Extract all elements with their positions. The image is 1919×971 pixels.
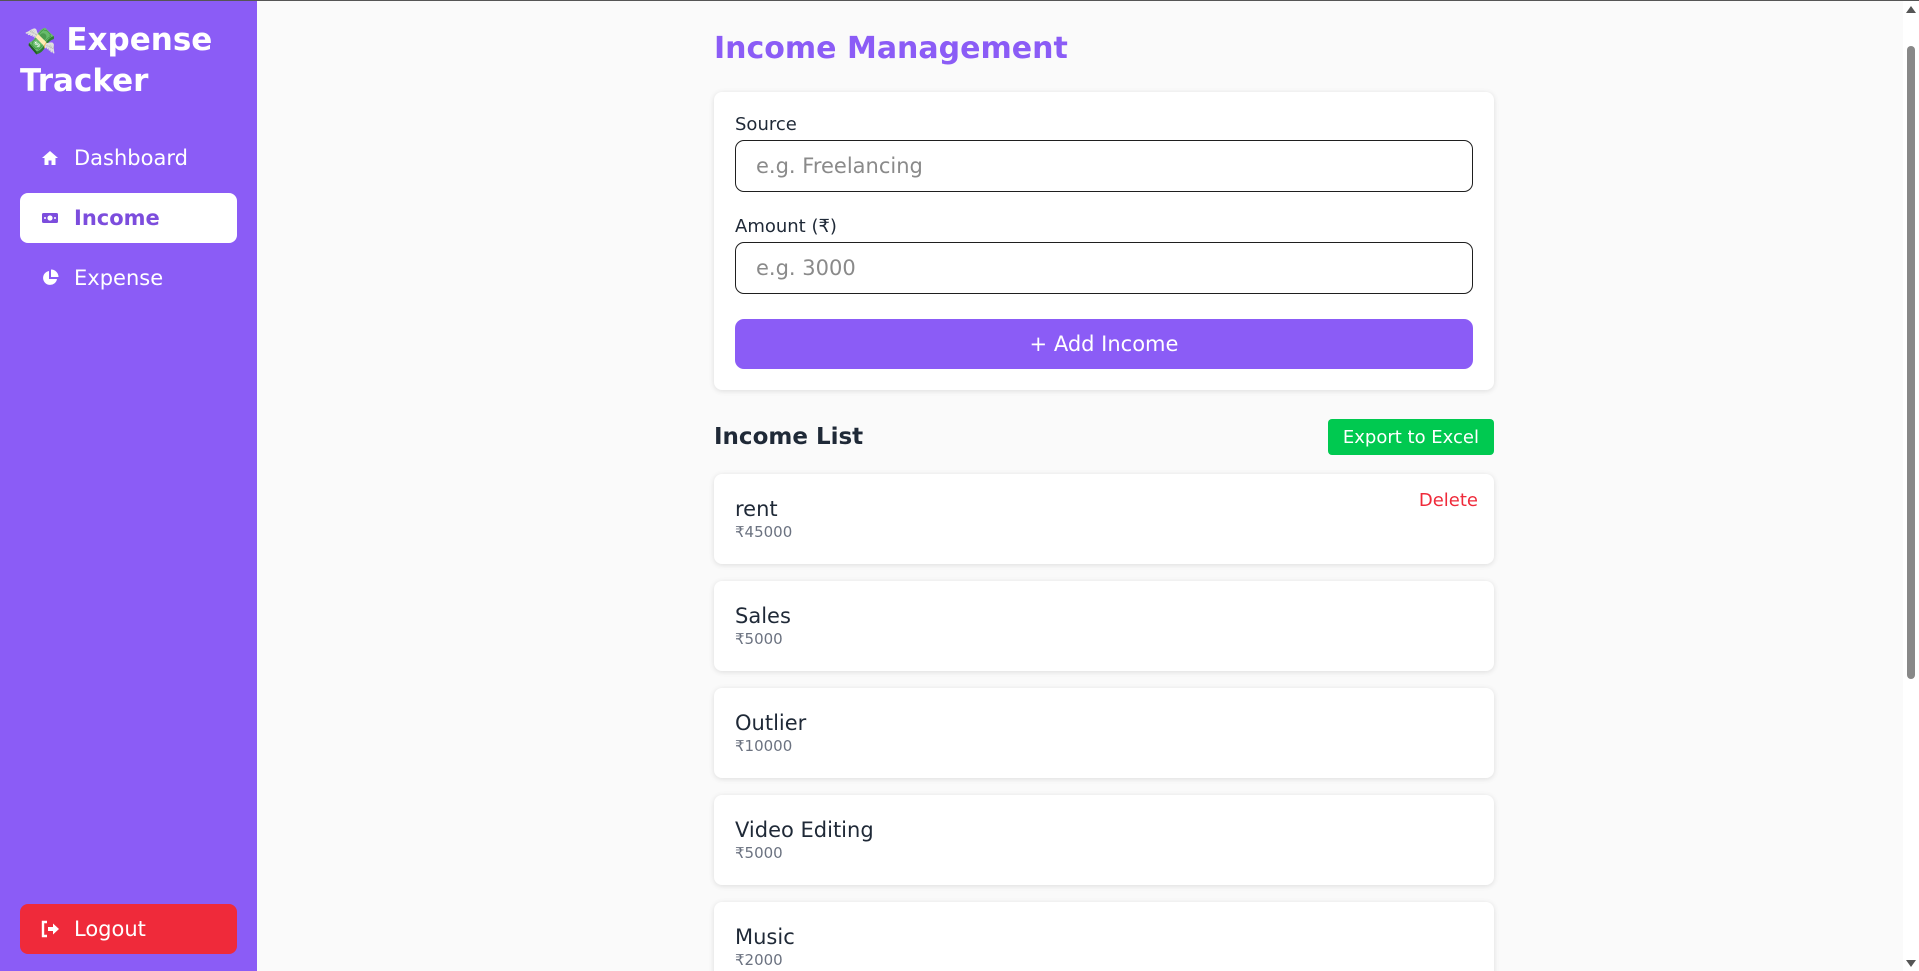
- add-income-button[interactable]: + Add Income: [735, 319, 1473, 369]
- income-list-title: Income List: [714, 424, 864, 450]
- export-to-excel-button[interactable]: Export to Excel: [1327, 419, 1494, 455]
- sign-out-icon: [40, 920, 60, 938]
- list-item: Video Editing ₹5000: [714, 795, 1494, 885]
- money-wings-icon: 💸: [24, 27, 57, 57]
- list-item: Music ₹2000: [714, 902, 1494, 971]
- sidebar: 💸 Expense Tracker Dashboard Income Expen…: [0, 1, 257, 971]
- money-icon: [40, 211, 60, 225]
- brand-line2: Tracker: [20, 63, 149, 99]
- income-source: rent: [735, 497, 778, 521]
- income-form: Source Amount (₹) + Add Income: [714, 92, 1494, 390]
- amount-field: Amount (₹): [735, 216, 1473, 294]
- logout-label: Logout: [74, 917, 146, 941]
- main-content: Income Management Source Amount (₹) + Ad…: [714, 1, 1494, 971]
- sidebar-nav: Dashboard Income Expense: [20, 133, 237, 303]
- income-source: Music: [735, 925, 795, 949]
- source-label: Source: [735, 114, 797, 135]
- income-amount: ₹5000: [735, 630, 783, 648]
- income-amount: ₹5000: [735, 844, 783, 862]
- app-brand: 💸 Expense Tracker: [20, 21, 237, 101]
- list-item: Outlier ₹10000: [714, 688, 1494, 778]
- income-list: rent ₹45000 Delete Sales ₹5000 Outlier ₹…: [714, 474, 1494, 971]
- income-amount: ₹2000: [735, 951, 783, 969]
- scroll-down-arrow-icon[interactable]: [1906, 960, 1916, 967]
- sidebar-item-label: Income: [74, 206, 160, 230]
- logout-button[interactable]: Logout: [20, 904, 237, 954]
- income-list-header: Income List Export to Excel: [714, 419, 1494, 455]
- page-scrollbar[interactable]: [1903, 1, 1919, 971]
- income-amount: ₹10000: [735, 737, 793, 755]
- pie-chart-icon: [40, 269, 60, 287]
- delete-button[interactable]: Delete: [1419, 490, 1478, 511]
- source-field: Source: [735, 114, 1473, 192]
- list-item: Sales ₹5000: [714, 581, 1494, 671]
- sidebar-item-dashboard[interactable]: Dashboard: [20, 133, 237, 183]
- income-amount: ₹45000: [735, 523, 793, 541]
- sidebar-item-label: Dashboard: [74, 146, 188, 170]
- list-item: rent ₹45000 Delete: [714, 474, 1494, 564]
- scroll-thumb[interactable]: [1907, 46, 1915, 679]
- sidebar-item-income[interactable]: Income: [20, 193, 237, 243]
- amount-label: Amount (₹): [735, 216, 837, 237]
- source-input[interactable]: [735, 140, 1473, 192]
- amount-input[interactable]: [735, 242, 1473, 294]
- scroll-up-arrow-icon[interactable]: [1906, 6, 1916, 13]
- income-source: Sales: [735, 604, 791, 628]
- home-icon: [40, 150, 60, 166]
- income-source: Video Editing: [735, 818, 874, 842]
- income-source: Outlier: [735, 711, 807, 735]
- sidebar-item-expense[interactable]: Expense: [20, 253, 237, 303]
- page-title: Income Management: [714, 31, 1068, 66]
- brand-line1: Expense: [66, 22, 213, 58]
- sidebar-item-label: Expense: [74, 266, 164, 290]
